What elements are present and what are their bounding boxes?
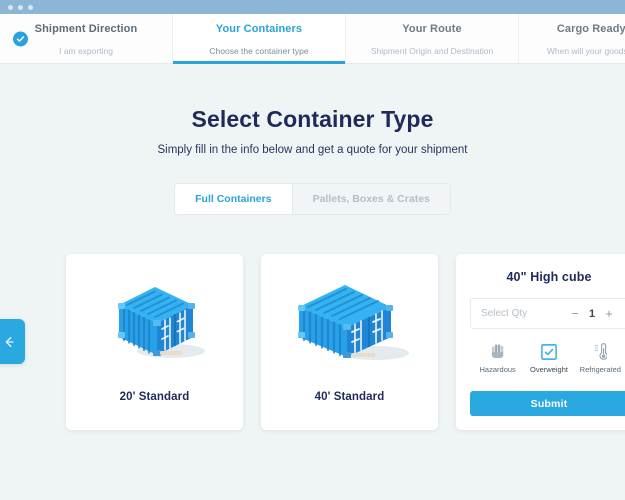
tab-cargo-ready-date[interactable]: Cargo Ready Date When will your goods be… [519,14,625,63]
window-title-bar [0,0,625,14]
tab-subtitle: When will your goods be ready [546,45,625,56]
window-dot-minimize-icon[interactable] [18,4,23,10]
quantity-decrement-button[interactable]: − [567,304,583,324]
container-card-row: 20' Standard 40' Standard 40" High cube … [66,254,625,430]
option-label: Refrigerated [579,365,621,374]
tab-your-containers[interactable]: Your Containers Choose the container typ… [173,14,346,64]
container-mode-switcher: Full Containers Pallets, Boxes & Crates [0,183,625,215]
check-circle-icon [13,31,28,46]
detail-card-title: 40" High cube [506,270,592,284]
tab-title: Shipment Direction [34,22,138,35]
option-hazardous[interactable]: Hazardous [472,342,523,374]
tab-subtitle: I am exporting [59,45,113,56]
segment-full-containers[interactable]: Full Containers [175,184,292,214]
overweight-check-icon [541,342,557,361]
segment-pallets-boxes-crates[interactable]: Pallets, Boxes & Crates [291,184,450,214]
container-card-label: 20' Standard [119,391,190,403]
quantity-increment-button[interactable]: + [601,304,617,324]
step-tab-bar: Shipment Direction I am exporting Your C… [0,14,625,64]
shipping-container-40ft-icon [261,254,438,391]
submit-button[interactable]: Submit [470,391,625,416]
page-title: Select Container Type [191,106,434,132]
container-card-label: 40' Standard [314,391,385,403]
option-overweight[interactable]: Overweight [523,342,574,374]
option-label: Overweight [530,365,568,374]
quantity-value: 1 [588,307,596,320]
container-card-40ft[interactable]: 40' Standard [261,254,438,430]
tab-title: Cargo Ready Date [556,22,625,35]
shipping-container-20ft-icon [66,254,243,391]
thermometer-icon [593,342,608,361]
window-dot-close-icon[interactable] [8,4,13,10]
app-window: Shipment Direction I am exporting Your C… [0,0,625,500]
tab-your-route[interactable]: Your Route Shipment Origin and Destinati… [346,14,519,63]
option-label: Hazardous [479,365,516,374]
quantity-placeholder: Select Qty [481,308,528,319]
hazardous-glove-icon [490,342,505,361]
arrow-left-icon [5,336,14,347]
tab-shipment-direction[interactable]: Shipment Direction I am exporting [0,14,173,63]
window-dot-maximize-icon[interactable] [28,4,33,10]
quantity-stepper[interactable]: Select Qty − 1 + [470,298,625,329]
tab-title: Your Route [402,22,462,35]
tab-title: Your Containers [215,22,303,35]
back-button[interactable] [0,319,25,364]
option-refrigerated[interactable]: Refrigerated [575,342,625,374]
page-subtitle: Simply fill in the info below and get a … [157,144,468,156]
tab-subtitle: Shipment Origin and Destination [370,45,494,56]
container-card-20ft[interactable]: 20' Standard [66,254,243,430]
container-detail-card: 40" High cube Select Qty − 1 + Hazardous… [456,254,625,430]
tab-subtitle: Choose the container type [209,45,309,56]
cargo-option-group: Hazardous Overweight Refrigerated [470,342,625,374]
